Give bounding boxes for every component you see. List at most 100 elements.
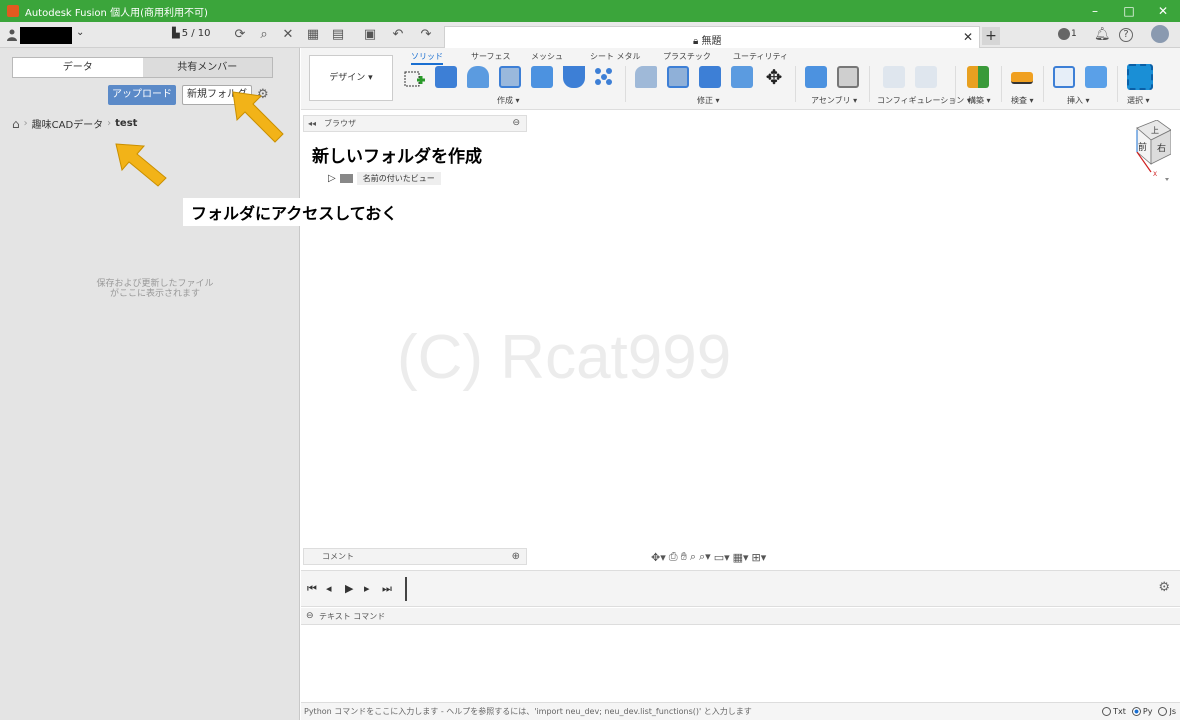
configure-icon[interactable]: [883, 66, 905, 88]
go-to-end-icon[interactable]: ⏭: [382, 582, 392, 596]
save-icon[interactable]: ▣: [362, 27, 378, 43]
group-assembly[interactable]: アセンブリ ▾: [811, 95, 857, 106]
step-back-icon[interactable]: ◂: [326, 582, 332, 595]
new-component-icon[interactable]: [805, 66, 827, 88]
comment-panel-header[interactable]: コメント ⊕: [303, 548, 527, 565]
offset-plane-icon[interactable]: [967, 66, 989, 88]
tab-surface[interactable]: サーフェス: [471, 51, 511, 62]
play-icon[interactable]: ▶: [345, 582, 353, 595]
insert-image-icon[interactable]: [1085, 66, 1107, 88]
tab-solid[interactable]: ソリッド: [411, 51, 443, 65]
configuration-table-icon[interactable]: [915, 66, 937, 88]
viewports-icon[interactable]: ⊞▾: [752, 551, 767, 564]
press-pull-icon[interactable]: [731, 66, 753, 88]
design-canvas[interactable]: ◂◂ ブラウザ ⊖ ▷ 名前の付いたビュー (C) Rcat999 上 前 右 …: [301, 110, 1180, 570]
notification-bell-icon[interactable]: 🔔︎: [1094, 27, 1111, 43]
step-forward-icon[interactable]: ▸: [364, 582, 370, 595]
breadcrumb-current-folder[interactable]: test: [115, 118, 137, 129]
navigation-bar: ✥▾ ⎙ ✋︎ ⌕ ⌕▾ ▭▾ ▦▾ ⊞▾: [651, 548, 827, 566]
grid-apps-icon[interactable]: ▦: [305, 27, 321, 43]
add-comment-icon[interactable]: ⊕: [512, 549, 520, 564]
move-icon[interactable]: ✥: [763, 66, 785, 88]
expand-triangle-icon[interactable]: ▷: [328, 173, 336, 184]
zoom-icon[interactable]: ⌕: [690, 550, 696, 564]
go-to-start-icon[interactable]: ⏮: [307, 582, 317, 596]
search-icon[interactable]: ⌕: [256, 27, 272, 43]
fillet-icon[interactable]: [635, 66, 657, 88]
browser-item-named-views[interactable]: ▷ 名前の付いたビュー: [328, 172, 441, 185]
browser-panel-header[interactable]: ◂◂ ブラウザ ⊖: [303, 115, 527, 132]
text-command-header[interactable]: ⊖ テキスト コマンド: [301, 608, 1180, 625]
chevron-down-icon[interactable]: ⌄: [76, 27, 84, 38]
create-sketch-icon[interactable]: [403, 68, 425, 90]
tab-sheet-metal[interactable]: シート メタル: [590, 51, 641, 62]
breadcrumb-project[interactable]: 趣味CADデータ: [32, 116, 104, 131]
document-tab[interactable]: 🔒︎ 無題 ✕: [444, 26, 980, 48]
orbit-icon[interactable]: ✥▾: [651, 551, 666, 564]
select-icon[interactable]: [1127, 64, 1153, 90]
user-icon[interactable]: [7, 29, 17, 41]
tab-plastic[interactable]: プラスチック: [663, 51, 711, 62]
fit-icon[interactable]: ⌕▾: [699, 550, 711, 564]
viewcube[interactable]: 上 前 右 X: [1115, 120, 1171, 190]
group-create[interactable]: 作成 ▾: [497, 95, 520, 106]
insert-derive-icon[interactable]: [1053, 66, 1075, 88]
ribbon-divider: [1117, 66, 1118, 102]
job-status[interactable]: 1: [1058, 28, 1077, 40]
tab-shared-members[interactable]: 共有メンバー: [143, 58, 273, 77]
undo-icon[interactable]: ↶: [390, 27, 406, 43]
new-tab-button[interactable]: +: [982, 27, 1000, 45]
mode-js[interactable]: Js: [1158, 703, 1176, 720]
file-menu-icon[interactable]: ▤: [330, 27, 346, 43]
group-modify[interactable]: 修正 ▾: [697, 95, 720, 106]
collapse-panel-icon[interactable]: ⊖: [306, 608, 314, 625]
refresh-icon[interactable]: ⟳: [232, 27, 248, 43]
python-command-input[interactable]: Python コマンドをここに入力します - ヘルプを参照するには、'impor…: [301, 702, 1180, 720]
redo-icon[interactable]: ↷: [418, 27, 434, 43]
minimize-button[interactable]: –: [1078, 0, 1112, 22]
tab-utility[interactable]: ユーティリティ: [733, 51, 788, 62]
profile-avatar[interactable]: [1151, 25, 1169, 43]
pan-icon[interactable]: ✋︎: [681, 550, 687, 564]
group-construct[interactable]: 構築 ▾: [968, 95, 991, 106]
mode-txt[interactable]: Txt: [1102, 703, 1126, 720]
upload-button[interactable]: アップロード: [108, 85, 176, 105]
close-tab-icon[interactable]: ✕: [963, 30, 973, 44]
group-insert[interactable]: 挿入 ▾: [1067, 95, 1090, 106]
tab-data[interactable]: データ: [13, 58, 143, 77]
timeline-settings-icon[interactable]: ⚙: [1158, 580, 1170, 595]
grid-snaps-icon[interactable]: ▦▾: [733, 551, 749, 564]
hole-icon[interactable]: [499, 66, 521, 88]
file-version-icon: ▙: [172, 28, 180, 39]
extrude-icon[interactable]: [435, 66, 457, 88]
sweep-icon[interactable]: [563, 66, 585, 88]
user-name-redacted[interactable]: [20, 27, 72, 44]
box-icon[interactable]: [531, 66, 553, 88]
data-panel-tabs: データ 共有メンバー: [12, 57, 273, 78]
look-at-icon[interactable]: ⎙: [669, 550, 678, 564]
close-panel-icon[interactable]: ✕: [280, 27, 296, 43]
title-bar: Autodesk Fusion 個人用(商用利用不可) – □ ✕: [0, 0, 1180, 22]
maximize-button[interactable]: □: [1112, 0, 1146, 22]
version-indicator[interactable]: ▙ 5 / 10: [172, 28, 211, 39]
group-select[interactable]: 選択 ▾: [1127, 95, 1150, 106]
combine-icon[interactable]: [699, 66, 721, 88]
shell-icon[interactable]: [667, 66, 689, 88]
group-configuration[interactable]: コンフィギュレーション ▾: [877, 95, 971, 106]
tab-mesh[interactable]: メッシュ: [531, 51, 563, 62]
close-window-button[interactable]: ✕: [1146, 0, 1180, 22]
pattern-icon[interactable]: [593, 66, 615, 88]
annotation-arrow-icon: [232, 91, 284, 143]
measure-icon[interactable]: [1011, 72, 1033, 84]
collapse-icon[interactable]: ◂◂: [308, 116, 316, 131]
display-settings-icon[interactable]: ▭▾: [714, 551, 730, 564]
joint-icon[interactable]: [837, 66, 859, 88]
help-icon[interactable]: ?: [1119, 28, 1133, 42]
timeline-marker[interactable]: [405, 577, 407, 601]
mode-py[interactable]: Py: [1131, 703, 1152, 720]
minimize-panel-icon[interactable]: ⊖: [512, 116, 520, 131]
workspace-switcher[interactable]: デザイン ▾: [309, 55, 393, 101]
revolve-icon[interactable]: [467, 66, 489, 88]
home-icon[interactable]: ⌂: [12, 117, 20, 131]
group-inspect[interactable]: 検査 ▾: [1011, 95, 1034, 106]
